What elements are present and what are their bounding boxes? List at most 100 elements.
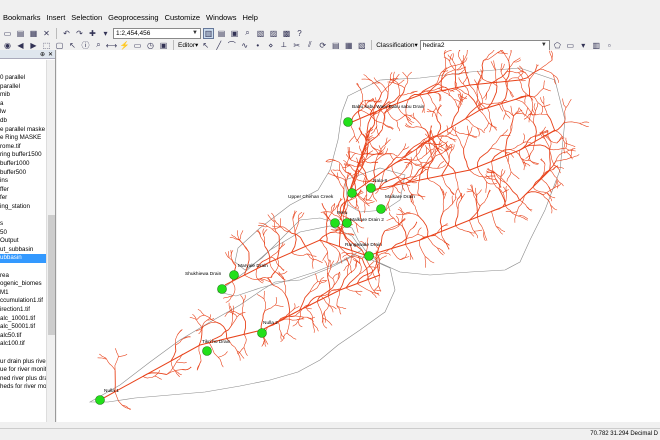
- map-view[interactable]: Babu sabu Wae/ Babu sabu Drain Nala-8 Uppe…: [57, 50, 660, 422]
- toc-layer-item[interactable]: ogenic_biomes: [0, 280, 46, 289]
- search-icon[interactable]: ⌕: [242, 28, 253, 39]
- menu-customize[interactable]: Customize: [162, 13, 203, 22]
- create-viewer-icon[interactable]: ▣: [158, 40, 169, 51]
- station-marker[interactable]: [366, 183, 376, 193]
- toc-layer-item[interactable]: e Ring MASKE: [0, 134, 46, 143]
- sketch-properties-icon[interactable]: ▦: [343, 40, 354, 51]
- edit-vertices-icon[interactable]: ⋄: [265, 40, 276, 51]
- station-marker[interactable]: [217, 284, 227, 294]
- edit-tool-icon[interactable]: ↖: [200, 40, 211, 51]
- classify-icon[interactable]: ▾: [578, 40, 589, 51]
- time-slider-icon[interactable]: ◷: [145, 40, 156, 51]
- point-icon[interactable]: •: [252, 40, 263, 51]
- paste-icon[interactable]: ▦: [28, 28, 39, 39]
- toc-layer-item[interactable]: ur drain plus river: [0, 358, 46, 367]
- toc-layer-item[interactable]: ffer: [0, 186, 46, 195]
- identify-icon[interactable]: ⓘ: [80, 40, 91, 51]
- toc-layer-item[interactable]: parallel: [0, 83, 46, 92]
- hyperlink-icon[interactable]: ⚡: [119, 40, 130, 51]
- endpoint-arc-icon[interactable]: ⌒: [226, 40, 237, 51]
- new-icon[interactable]: ▭: [2, 28, 13, 39]
- toc-layer-item[interactable]: fer: [0, 194, 46, 203]
- toc-layer-item[interactable]: irection1.tif: [0, 306, 46, 315]
- rotate-icon[interactable]: ⟳: [317, 40, 328, 51]
- toc-layer-item[interactable]: [0, 349, 46, 358]
- delete-icon[interactable]: ✕: [41, 28, 52, 39]
- editor-menu[interactable]: Editor▾: [178, 41, 198, 49]
- toc-layer-item[interactable]: ring buffer1500: [0, 151, 46, 160]
- toc-layer-item[interactable]: ned river plus drair: [0, 375, 46, 384]
- menu-selection[interactable]: Selection: [68, 13, 105, 22]
- create-features-icon[interactable]: ▧: [356, 40, 367, 51]
- straight-segment-icon[interactable]: ╱: [213, 40, 224, 51]
- modelbuilder-icon[interactable]: ▩: [281, 28, 292, 39]
- classification-menu[interactable]: Classification▾: [376, 41, 418, 49]
- pin-icon[interactable]: ⊕: [40, 51, 45, 58]
- toc-scrollbar[interactable]: [46, 60, 55, 422]
- draw-polygon-icon[interactable]: ⬠: [552, 40, 563, 51]
- options-icon[interactable]: ▫: [604, 40, 615, 51]
- histogram-icon[interactable]: ▥: [591, 40, 602, 51]
- cut-polygons-icon[interactable]: ✂: [291, 40, 302, 51]
- toc-layer-item[interactable]: a: [0, 100, 46, 109]
- back-icon[interactable]: ◀: [15, 40, 26, 51]
- toc-layer-item[interactable]: Output: [0, 237, 46, 246]
- open-icon[interactable]: ▤: [15, 28, 26, 39]
- measure-icon[interactable]: ⟷: [106, 40, 117, 51]
- help-icon[interactable]: ?: [294, 28, 305, 39]
- redo-icon[interactable]: ↷: [74, 28, 85, 39]
- toc-layer-item[interactable]: [0, 263, 46, 272]
- toc-layer-item[interactable]: 0 parallel: [0, 74, 46, 83]
- station-marker[interactable]: [330, 218, 340, 228]
- menu-insert[interactable]: Insert: [44, 13, 69, 22]
- attributes-icon[interactable]: ▤: [330, 40, 341, 51]
- station-marker[interactable]: [257, 328, 267, 338]
- toc-layer-item[interactable]: M1: [0, 289, 46, 298]
- toc-layer-item[interactable]: rea: [0, 272, 46, 281]
- toc-layer-item[interactable]: s: [0, 220, 46, 229]
- toc-layer-item[interactable]: alc_50001.tif: [0, 323, 46, 332]
- toc-layer-item[interactable]: alc_10001.tif: [0, 315, 46, 324]
- python-icon[interactable]: ▨: [268, 28, 279, 39]
- training-sample-icon[interactable]: ▭: [565, 40, 576, 51]
- table-of-contents-icon[interactable]: ▤: [216, 28, 227, 39]
- station-marker[interactable]: [376, 204, 386, 214]
- toc-layer-item[interactable]: alc50.tif: [0, 332, 46, 341]
- select-elements-icon[interactable]: ↖: [67, 40, 78, 51]
- toc-layer-item[interactable]: alc100.tif: [0, 340, 46, 349]
- toc-layer-item[interactable]: mib: [0, 91, 46, 100]
- editor-toolbar-icon[interactable]: ▥: [203, 27, 214, 39]
- toc-layer-item[interactable]: heds for river moni: [0, 383, 46, 392]
- toc-layer-item[interactable]: [0, 212, 46, 221]
- toc-layer-item[interactable]: buffer1000: [0, 160, 46, 169]
- toc-layer-item[interactable]: db: [0, 117, 46, 126]
- toc-layer-item[interactable]: lw: [0, 108, 46, 117]
- station-marker[interactable]: [347, 188, 357, 198]
- toc-layer-item[interactable]: e parallel maske: [0, 126, 46, 135]
- classification-layer-combo[interactable]: hedira2 ▼: [419, 39, 550, 51]
- station-marker[interactable]: [95, 395, 105, 405]
- toc-layer-item[interactable]: ins: [0, 177, 46, 186]
- station-marker[interactable]: [364, 251, 374, 261]
- clear-selection-icon[interactable]: ▢: [54, 40, 65, 51]
- reshape-icon[interactable]: ⟂: [278, 40, 289, 51]
- add-data-icon[interactable]: ✚: [87, 28, 98, 39]
- menu-help[interactable]: Help: [239, 13, 260, 22]
- html-popup-icon[interactable]: ▭: [132, 40, 143, 51]
- toc-layer-item[interactable]: ing_station: [0, 203, 46, 212]
- menu-bookmarks[interactable]: Bookmarks: [0, 13, 44, 22]
- station-marker[interactable]: [229, 270, 239, 280]
- menu-geoprocessing[interactable]: Geoprocessing: [105, 13, 161, 22]
- toc-layer-item[interactable]: ubbasin: [0, 254, 46, 264]
- scrollbar-thumb[interactable]: [48, 215, 55, 335]
- toc-layer-item[interactable]: ccumulation1.tif: [0, 297, 46, 306]
- toc-layer-item[interactable]: buffer500: [0, 169, 46, 178]
- scale-combo[interactable]: 1:2,454,456 ▼: [113, 27, 201, 39]
- split-icon[interactable]: ⫽: [304, 40, 315, 51]
- map-canvas[interactable]: Babu sabu Wae/ Babu sabu Drain Nala-8 Uppe…: [57, 50, 660, 422]
- toc-layer-item[interactable]: 50: [0, 229, 46, 238]
- undo-icon[interactable]: ↶: [61, 28, 72, 39]
- find-icon[interactable]: ⌕: [93, 40, 104, 51]
- toc-layer-item[interactable]: ut_subbasin: [0, 246, 46, 255]
- arctoolbox-icon[interactable]: ▧: [255, 28, 266, 39]
